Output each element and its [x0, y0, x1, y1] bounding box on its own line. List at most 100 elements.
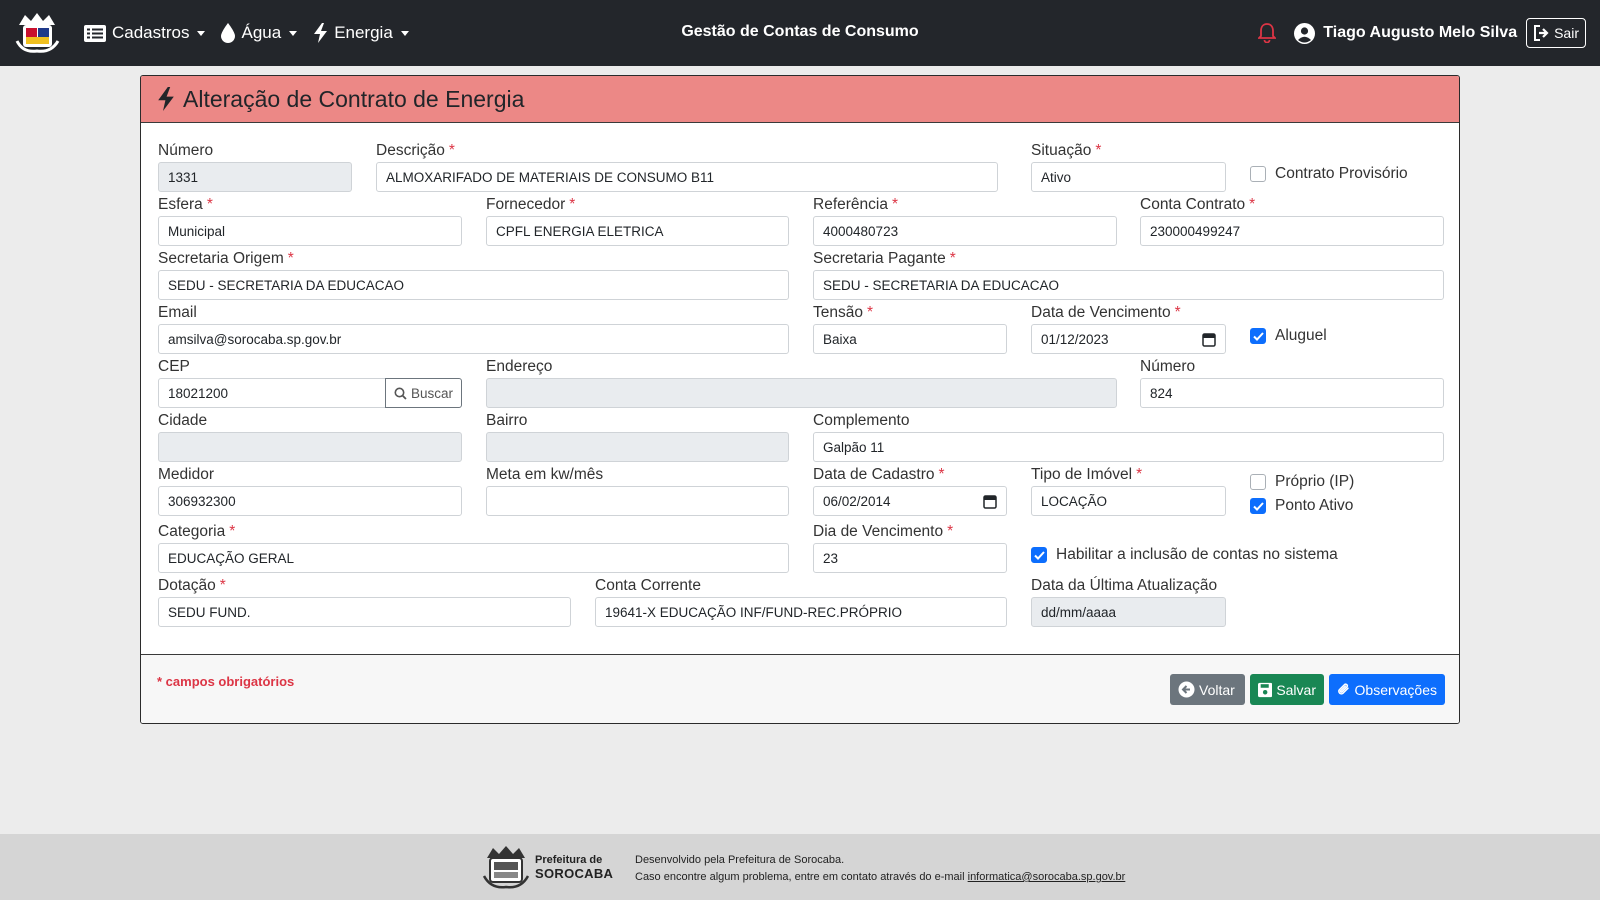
card-footer: * campos obrigatórios Voltar Salvar Obse…: [141, 654, 1459, 723]
page-title: Alteração de Contrato de Energia: [183, 85, 525, 112]
nav-menu-agua-label: Água: [241, 23, 282, 42]
checkbox-unchecked-icon: [1250, 166, 1266, 182]
bell-icon[interactable]: [1258, 23, 1277, 43]
ponto-ativo-checkbox[interactable]: Ponto Ativo: [1250, 497, 1353, 515]
esfera-label: Esfera *: [158, 196, 213, 213]
chevron-down-icon: [289, 30, 298, 36]
conta-corrente-label: Conta Corrente: [595, 577, 701, 594]
footer-developed-by: Desenvolvido pela Prefeitura de Sorocaba…: [635, 854, 845, 866]
data-cadastro-label: Data de Cadastro *: [813, 466, 945, 483]
contact-email-link[interactable]: informatica@sorocaba.sp.gov.br: [968, 871, 1126, 883]
conta-corrente-select[interactable]: 19641-X EDUCAÇÃO INF/FUND-REC.PRÓPRIO: [595, 597, 1007, 627]
tensao-select[interactable]: Baixa: [813, 324, 1007, 354]
observacoes-button[interactable]: Observações: [1329, 674, 1445, 705]
dia-vencimento-field[interactable]: 23: [813, 543, 1007, 573]
nav-menu-energia[interactable]: Energia: [313, 23, 409, 43]
calendar-icon[interactable]: [1202, 332, 1216, 347]
prefeitura-brand: Prefeitura de SOROCABA: [535, 854, 614, 881]
email-label: Email: [158, 304, 197, 321]
endereco-field[interactable]: [486, 378, 1117, 408]
proprio-ip-checkbox[interactable]: Próprio (IP): [1250, 473, 1354, 491]
calendar-icon[interactable]: [983, 494, 997, 509]
dotacao-select[interactable]: SEDU FUND.: [158, 597, 571, 627]
card-header: Alteração de Contrato de Energia: [141, 76, 1459, 123]
droplet-icon: [221, 23, 236, 43]
checkbox-unchecked-icon: [1250, 474, 1266, 490]
meta-label: Meta em kw/mês: [486, 466, 604, 483]
secretaria-origem-label: Secretaria Origem *: [158, 250, 294, 267]
descricao-field[interactable]: ALMOXARIFADO DE MATERIAIS DE CONSUMO B11: [376, 162, 998, 192]
checkbox-checked-icon: [1031, 547, 1047, 563]
cidade-field[interactable]: [158, 432, 462, 462]
form-body: Número 1331 Descrição * ALMOXARIFADO DE M…: [141, 123, 1459, 654]
buscar-cep-button[interactable]: Buscar: [385, 378, 462, 408]
numero-field[interactable]: 1331: [158, 162, 352, 192]
city-coat-of-arms-logo[interactable]: [15, 11, 60, 54]
contract-form-card: Alteração de Contrato de Energia Número …: [140, 75, 1460, 724]
user-circle-icon: [1294, 22, 1316, 44]
required-fields-note: * campos obrigatórios: [157, 674, 295, 689]
footer-text: Desenvolvido pela Prefeitura de Sorocaba…: [635, 852, 1125, 886]
medidor-field[interactable]: 306932300: [158, 486, 462, 516]
numero-endereco-label: Número: [1140, 358, 1196, 375]
chevron-down-icon: [197, 30, 206, 36]
secretaria-pagante-select[interactable]: SEDU - SECRETARIA DA EDUCACAO: [813, 270, 1444, 300]
nav-menu-cadastros-label: Cadastros: [112, 23, 190, 42]
nav-menu-cadastros[interactable]: Cadastros: [84, 23, 206, 43]
save-icon: [1258, 682, 1273, 697]
tipo-imovel-select[interactable]: LOCAÇÃO: [1031, 486, 1226, 516]
salvar-button[interactable]: Salvar: [1250, 674, 1324, 705]
conta-contrato-label: Conta Contrato *: [1140, 196, 1256, 213]
complemento-field[interactable]: Galpão 11: [813, 432, 1444, 462]
referencia-label: Referência *: [813, 196, 899, 213]
situacao-select[interactable]: Ativo: [1031, 162, 1226, 192]
list-icon: [84, 24, 106, 42]
bolt-icon: [314, 23, 328, 43]
prefeitura-logo: [482, 846, 530, 889]
fornecedor-label: Fornecedor *: [486, 196, 576, 213]
data-vencimento-label: Data de Vencimento *: [1031, 304, 1181, 321]
referencia-field[interactable]: 4000480723: [813, 216, 1117, 246]
complemento-label: Complemento: [813, 412, 910, 429]
arrow-left-circle-icon: [1178, 681, 1195, 698]
data-cadastro-field[interactable]: 06/02/2014: [813, 486, 1007, 516]
endereco-label: Endereço: [486, 358, 553, 375]
paperclip-icon: [1338, 683, 1349, 695]
numero-endereco-field[interactable]: 824: [1140, 378, 1444, 408]
sign-out-icon: [1534, 25, 1549, 41]
numero-label: Número: [158, 142, 214, 159]
habilitar-contas-checkbox[interactable]: Habilitar a inclusão de contas no sistem…: [1031, 546, 1338, 564]
data-vencimento-field[interactable]: 01/12/2023: [1031, 324, 1226, 354]
conta-contrato-field[interactable]: 230000499247: [1140, 216, 1444, 246]
cep-field[interactable]: 18021200: [158, 378, 386, 408]
categoria-label: Categoria *: [158, 523, 236, 540]
contrato-provisorio-checkbox[interactable]: Contrato Provisório: [1250, 165, 1408, 183]
ultima-atualizacao-field[interactable]: dd/mm/aaaa: [1031, 597, 1226, 627]
chevron-down-icon: [400, 30, 409, 36]
email-field[interactable]: amsilva@sorocaba.sp.gov.br: [158, 324, 789, 354]
esfera-select[interactable]: Municipal: [158, 216, 462, 246]
meta-field[interactable]: [486, 486, 789, 516]
secretaria-origem-select[interactable]: SEDU - SECRETARIA DA EDUCACAO: [158, 270, 789, 300]
situacao-label: Situação *: [1031, 142, 1102, 159]
descricao-label: Descrição *: [376, 142, 455, 159]
nav-menu-energia-label: Energia: [334, 23, 393, 42]
bolt-icon: [158, 87, 174, 111]
categoria-select[interactable]: EDUCAÇÃO GERAL: [158, 543, 789, 573]
nav-menu-agua[interactable]: Água: [221, 23, 298, 43]
aluguel-checkbox[interactable]: Aluguel: [1250, 327, 1327, 345]
checkbox-checked-icon: [1250, 498, 1266, 514]
top-navbar: Cadastros Água Energia Gestão de Contas …: [0, 0, 1600, 66]
checkbox-checked-icon: [1250, 328, 1266, 344]
tensao-label: Tensão *: [813, 304, 874, 321]
bairro-field[interactable]: [486, 432, 789, 462]
voltar-button[interactable]: Voltar: [1170, 674, 1245, 705]
secretaria-pagante-label: Secretaria Pagante *: [813, 250, 956, 267]
page-footer: Prefeitura de SOROCABA Desenvolvido pela…: [0, 834, 1600, 900]
logout-label: Sair: [1554, 25, 1579, 41]
medidor-label: Medidor: [158, 466, 214, 483]
dia-vencimento-label: Dia de Vencimento *: [813, 523, 954, 540]
logout-button[interactable]: Sair: [1526, 18, 1586, 48]
search-icon: [394, 387, 407, 400]
fornecedor-select[interactable]: CPFL ENERGIA ELETRICA: [486, 216, 789, 246]
